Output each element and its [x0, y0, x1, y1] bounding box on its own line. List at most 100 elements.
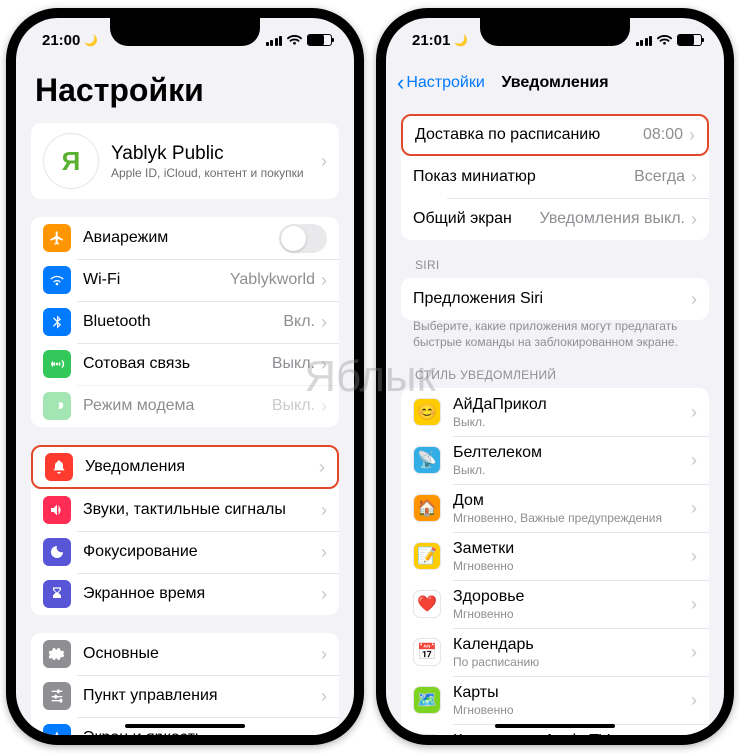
siri-footer: Выберите, какие приложения могут предлаг…: [413, 318, 697, 350]
row-app[interactable]: 🗺️ КартыМгновенно›: [401, 676, 709, 724]
app-label: Клавиатура Apple TV: [453, 732, 691, 735]
speaker-icon: [43, 496, 71, 524]
row-wifi[interactable]: Wi-Fi Yablykworld›: [31, 259, 339, 301]
row-focus[interactable]: Фокусирование›: [31, 531, 339, 573]
home-indicator[interactable]: [495, 724, 615, 728]
app-icon: 📝: [413, 542, 441, 570]
cellular-icon: [266, 35, 283, 46]
row-sounds[interactable]: Звуки, тактильные сигналы›: [31, 489, 339, 531]
cellular-icon: [43, 350, 71, 378]
bluetooth-icon: [43, 308, 71, 336]
app-icon: 📡: [413, 446, 441, 474]
chevron-icon: ›: [321, 644, 327, 665]
app-label: Заметки: [453, 540, 691, 558]
chevron-icon: ›: [691, 209, 697, 230]
app-label: Карты: [453, 684, 691, 702]
wifi-icon: [43, 266, 71, 294]
row-show-previews[interactable]: Показ миниатюр Всегда›: [401, 156, 709, 198]
page-title: Настройки: [35, 72, 339, 109]
wifi-icon: [287, 35, 302, 46]
page-title: Уведомления: [501, 74, 608, 92]
app-label: Календарь: [453, 636, 691, 654]
app-sub: Выкл.: [453, 463, 691, 477]
chevron-icon: ›: [691, 289, 697, 310]
phone-right: 21:01 🌙 ‹Настройки Уведомления Доставка п…: [376, 8, 734, 745]
row-cellular[interactable]: Сотовая связь Выкл.›: [31, 343, 339, 385]
chevron-icon: ›: [689, 125, 695, 146]
chevron-icon: ›: [321, 728, 327, 736]
chevron-icon: ›: [691, 498, 697, 519]
row-hotspot[interactable]: Режим модема Выкл.›: [31, 385, 339, 427]
row-notifications[interactable]: Уведомления›: [31, 445, 339, 489]
app-sub: Выкл.: [453, 415, 691, 429]
row-control-center[interactable]: Пункт управления›: [31, 675, 339, 717]
app-sub: Мгновенно: [453, 559, 691, 573]
row-bluetooth[interactable]: Bluetooth Вкл.›: [31, 301, 339, 343]
section-siri: SIRI: [415, 258, 709, 272]
chevron-icon: ›: [691, 546, 697, 567]
sliders-icon: [43, 682, 71, 710]
chevron-icon: ›: [321, 354, 327, 375]
avatar: Я: [43, 133, 99, 189]
section-style: СТИЛЬ УВЕДОМЛЕНИЙ: [415, 368, 709, 382]
app-icon: 🗺️: [413, 686, 441, 714]
chevron-icon: ›: [691, 690, 697, 711]
chevron-icon: ›: [321, 584, 327, 605]
app-label: АйДаПрикол: [453, 396, 691, 414]
chevron-icon: ›: [691, 594, 697, 615]
app-sub: По расписанию: [453, 655, 691, 669]
row-general[interactable]: Основные›: [31, 633, 339, 675]
cellular-icon: [636, 35, 653, 46]
apple-id-section[interactable]: Я Yablyk Public Apple ID, iCloud, контен…: [31, 123, 339, 199]
app-sub: Мгновенно, Важные предупреждения: [453, 511, 691, 525]
row-siri-suggestions[interactable]: Предложения Siri›: [401, 278, 709, 320]
dnd-icon: 🌙: [454, 34, 468, 47]
chevron-icon: ›: [321, 312, 327, 333]
text-size-icon: [43, 724, 71, 735]
app-sub: Мгновенно: [453, 607, 691, 621]
chevron-icon: ›: [321, 686, 327, 707]
apple-id-name: Yablyk Public: [111, 143, 321, 165]
phone-left: 21:00 🌙 Настройки Я Yablyk Public Apple I…: [6, 8, 364, 745]
chevron-icon: ›: [691, 450, 697, 471]
app-icon: 🏠: [413, 494, 441, 522]
gear-icon: [43, 640, 71, 668]
airplane-icon: [43, 224, 71, 252]
home-indicator[interactable]: [125, 724, 245, 728]
chevron-icon: ›: [691, 167, 697, 188]
chevron-icon: ›: [321, 396, 327, 417]
row-scheduled-delivery[interactable]: Доставка по расписанию 08:00›: [401, 114, 709, 156]
moon-icon: [43, 538, 71, 566]
chevron-icon: ›: [321, 270, 327, 291]
chevron-icon: ›: [319, 457, 325, 478]
row-app[interactable]: 📝 ЗаметкиМгновенно›: [401, 532, 709, 580]
app-sub: Мгновенно: [453, 703, 691, 717]
app-label: Здоровье: [453, 588, 691, 606]
row-app[interactable]: 🏠 ДомМгновенно, Важные предупреждения›: [401, 484, 709, 532]
row-airplane[interactable]: Авиарежим: [31, 217, 339, 259]
chevron-icon: ›: [321, 500, 327, 521]
row-screentime[interactable]: Экранное время›: [31, 573, 339, 615]
battery-icon: [307, 34, 332, 46]
app-icon: 📅: [413, 638, 441, 666]
chevron-icon: ›: [691, 402, 697, 423]
row-app[interactable]: 😊АйДаПриколВыкл.›: [401, 388, 709, 436]
app-icon: ⌨️: [413, 734, 441, 735]
app-label: Белтелеком: [453, 444, 691, 462]
app-label: Дом: [453, 492, 691, 510]
airplane-toggle[interactable]: [279, 224, 327, 253]
dnd-icon: 🌙: [84, 34, 98, 47]
row-app[interactable]: ❤️ЗдоровьеМгновенно›: [401, 580, 709, 628]
time: 21:01: [412, 32, 450, 49]
chevron-icon: ›: [321, 151, 327, 172]
battery-icon: [677, 34, 702, 46]
chevron-left-icon: ‹: [397, 72, 404, 94]
bell-icon: [45, 453, 73, 481]
hotspot-icon: [43, 392, 71, 420]
time: 21:00: [42, 32, 80, 49]
row-app[interactable]: 📡 БелтелекомВыкл.›: [401, 436, 709, 484]
row-screen-sharing[interactable]: Общий экран Уведомления выкл.›: [401, 198, 709, 240]
wifi-icon: [657, 35, 672, 46]
row-app[interactable]: 📅КалендарьПо расписанию›: [401, 628, 709, 676]
back-button[interactable]: ‹Настройки: [397, 72, 485, 94]
